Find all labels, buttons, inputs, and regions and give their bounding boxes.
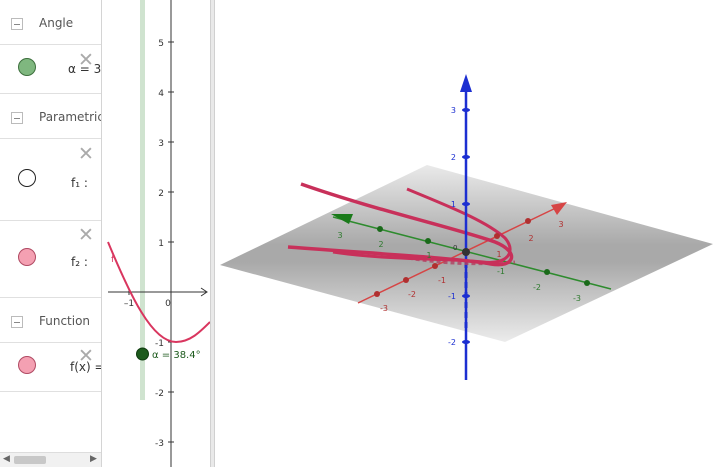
- y-tick-label: 1: [426, 251, 431, 260]
- y-tick-label: 2: [378, 240, 383, 249]
- angle-group-label: Angle: [39, 16, 74, 30]
- x-tick-label: 2: [528, 234, 533, 243]
- graphics-2d-view[interactable]: 5 4 3 2 1 -1 -2 -3 –1 0 f α = 38.4°: [102, 0, 210, 467]
- x-tick-label: 3: [558, 220, 563, 229]
- graphics-3d-view[interactable]: 3 2 1 -1 -2 3 2 1 -1 -2 -3 3 2 1 -1 -2 -…: [215, 0, 718, 467]
- f1-expression[interactable]: f₁ :: [71, 176, 88, 190]
- x-tick-label: -1: [438, 276, 446, 285]
- parametric-group-label: Parametric: [39, 110, 102, 124]
- x-tick-label: 1: [496, 250, 501, 259]
- origin-label: 0: [453, 244, 457, 252]
- algebra-horizontal-scrollbar[interactable]: ◀ ▶: [0, 452, 101, 467]
- graphics-3d-canvas[interactable]: 3 2 1 -1 -2 3 2 1 -1 -2 -3 3 2 1 -1 -2 -…: [215, 0, 718, 467]
- scroll-right-icon[interactable]: ▶: [90, 454, 97, 464]
- x-tick-label-2d: 0: [165, 299, 171, 309]
- y-tick-label: -2: [533, 283, 541, 292]
- y-tick-label-2d: 4: [158, 89, 164, 99]
- alpha-expression[interactable]: α = 3: [68, 62, 101, 76]
- algebra-row-f[interactable]: ✕ f(x) =: [0, 343, 101, 392]
- x-tick-label: -2: [408, 290, 416, 299]
- f-expression[interactable]: f(x) =: [70, 360, 101, 374]
- z-axis-arrow: [460, 74, 472, 92]
- y-tick-label-2d: -1: [155, 339, 164, 349]
- y-tick-label: -3: [573, 294, 581, 303]
- graphics-2d-canvas[interactable]: 5 4 3 2 1 -1 -2 -3 –1 0 f α = 38.4°: [102, 0, 210, 467]
- algebra-panel: Angle ✕ α = 3 Parametric ✕ f₁ : ✕ f₂ : F…: [0, 0, 102, 467]
- z-tick-label: 3: [451, 106, 456, 115]
- origin-point[interactable]: [462, 248, 470, 256]
- y-tick-label: -1: [497, 267, 505, 276]
- slider-alpha-knob[interactable]: [136, 347, 149, 361]
- y-tick-label-2d: -2: [155, 389, 164, 399]
- y-tick-label-2d: 2: [158, 189, 164, 199]
- collapse-angle-icon[interactable]: [11, 18, 23, 30]
- slider-track[interactable]: [140, 0, 145, 400]
- parametric-group-header[interactable]: Parametric: [0, 94, 101, 139]
- f2-visibility-marker[interactable]: [18, 248, 36, 266]
- algebra-row-f1[interactable]: ✕ f₁ :: [0, 139, 101, 221]
- f2-expression[interactable]: f₂ :: [71, 255, 88, 269]
- y-tick-label-2d: 3: [158, 139, 164, 149]
- angle-group-header[interactable]: Angle: [0, 0, 101, 45]
- alpha-visibility-marker[interactable]: [18, 58, 36, 76]
- collapse-function-icon[interactable]: [11, 316, 23, 328]
- function-group-label: Function: [39, 314, 91, 328]
- f1-visibility-marker[interactable]: [18, 169, 36, 187]
- close-icon[interactable]: ✕: [78, 226, 94, 245]
- algebra-row-alpha[interactable]: ✕ α = 3: [0, 45, 101, 94]
- collapse-parametric-icon[interactable]: [11, 112, 23, 124]
- z-tick-label: -2: [448, 338, 456, 347]
- close-icon[interactable]: ✕: [78, 145, 94, 164]
- x-tick-label-2d: –1: [124, 299, 134, 309]
- z-tick-label: 2: [451, 153, 456, 162]
- x-tick-label: -3: [380, 304, 388, 313]
- scroll-left-icon[interactable]: ◀: [3, 454, 10, 464]
- y-tick-label-2d: -3: [155, 439, 164, 449]
- y-tick-label: 3: [337, 231, 342, 240]
- algebra-row-f2[interactable]: ✕ f₂ :: [0, 221, 101, 298]
- z-tick-label: 1: [451, 200, 456, 209]
- function-group-header[interactable]: Function: [0, 298, 101, 343]
- y-tick-label-2d: 1: [158, 239, 164, 249]
- slider-alpha-label: α = 38.4°: [152, 350, 201, 361]
- f-visibility-marker[interactable]: [18, 356, 36, 374]
- scrollbar-thumb[interactable]: [14, 456, 46, 464]
- y-tick-label-2d: 5: [158, 39, 164, 49]
- z-tick-label: -1: [448, 292, 456, 301]
